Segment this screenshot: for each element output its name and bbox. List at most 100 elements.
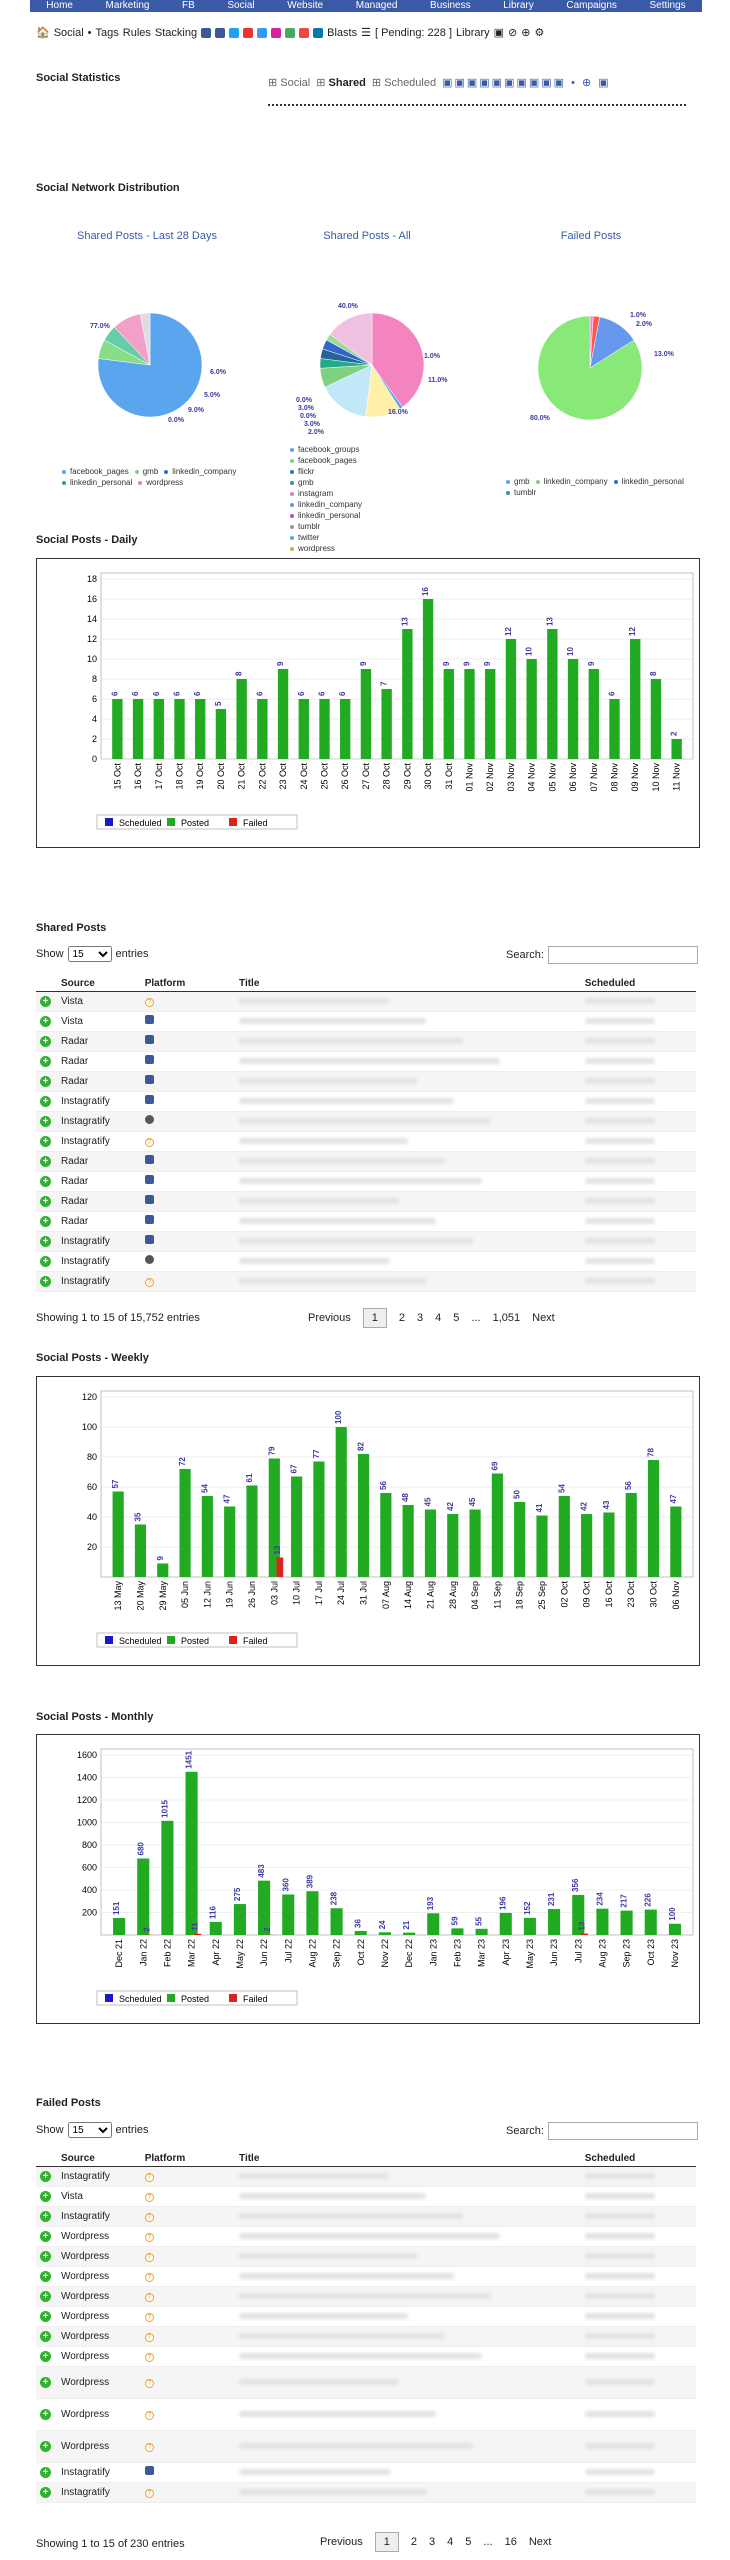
expand-icon[interactable]: +: [40, 2376, 51, 2388]
table-row[interactable]: + Wordpress?: [36, 2246, 696, 2267]
legend-item[interactable]: flickr: [290, 466, 370, 477]
expand-icon[interactable]: +: [40, 1095, 51, 1107]
title-cell[interactable]: [239, 2192, 427, 2199]
title-cell[interactable]: [239, 2292, 492, 2299]
legend-item[interactable]: facebook_pages: [290, 455, 370, 466]
title-cell[interactable]: [239, 1057, 501, 1064]
gmb-icon[interactable]: [285, 27, 296, 38]
table-row[interactable]: + Instagratify: [36, 1231, 696, 1252]
expand-icon[interactable]: +: [40, 2250, 51, 2262]
page-button[interactable]: 2: [399, 1312, 405, 1324]
expand-icon[interactable]: +: [40, 1175, 51, 1187]
pending-link[interactable]: [ Pending: 228 ]: [375, 27, 452, 39]
title-cell[interactable]: [239, 2172, 390, 2179]
title-cell[interactable]: [239, 1017, 427, 1024]
page-button[interactable]: 3: [417, 1312, 423, 1324]
calendar-icon[interactable]: ▣: [494, 26, 504, 39]
groups-icon[interactable]: [215, 27, 226, 38]
nav-item[interactable]: FB: [182, 1, 195, 11]
page-button[interactable]: 5: [465, 2536, 471, 2548]
expand-icon[interactable]: +: [40, 1135, 51, 1147]
title-cell[interactable]: [239, 1277, 428, 1284]
nav-item[interactable]: Settings: [650, 1, 686, 11]
title-cell[interactable]: [239, 2468, 391, 2475]
title-cell[interactable]: [239, 1137, 409, 1144]
title-cell[interactable]: [239, 1037, 464, 1044]
title-cell[interactable]: [239, 1157, 446, 1164]
table-row[interactable]: + Wordpress?: [36, 2326, 696, 2347]
home-icon[interactable]: 🏠: [36, 26, 50, 39]
title-cell[interactable]: [239, 2352, 483, 2359]
table-row[interactable]: + Vista?: [36, 2186, 696, 2207]
expand-icon[interactable]: +: [40, 2210, 51, 2222]
table-row[interactable]: + Radar: [36, 1211, 696, 1232]
title-cell[interactable]: [239, 2212, 464, 2219]
expand-icon[interactable]: +: [40, 1015, 51, 1027]
column-header[interactable]: Source: [56, 2152, 141, 2167]
table-row[interactable]: + Wordpress?: [36, 2286, 696, 2307]
legend-item[interactable]: facebook_groups: [290, 444, 370, 455]
instagram-icon[interactable]: [271, 27, 282, 38]
table-row[interactable]: + Instagratify?: [36, 2166, 696, 2187]
youtube-icon[interactable]: [243, 27, 254, 38]
title-cell[interactable]: [239, 2252, 418, 2259]
table-row[interactable]: + Vista: [36, 1011, 696, 1032]
legend-item[interactable]: facebook_pages: [62, 466, 129, 477]
tab-shared[interactable]: ⊞ Shared: [316, 76, 366, 89]
link-icon[interactable]: ⊘: [508, 26, 517, 39]
title-cell[interactable]: [239, 2488, 428, 2495]
page-button[interactable]: ...: [483, 2536, 492, 2548]
expand-icon[interactable]: +: [40, 2486, 51, 2498]
expand-icon[interactable]: +: [40, 2230, 51, 2242]
tab-scheduled[interactable]: ⊞ Scheduled: [372, 76, 436, 89]
expand-icon[interactable]: +: [40, 1115, 51, 1127]
page-button[interactable]: ...: [471, 1312, 480, 1324]
title-cell[interactable]: [239, 1177, 483, 1184]
expand-icon[interactable]: +: [40, 2350, 51, 2362]
expand-icon[interactable]: +: [40, 1075, 51, 1087]
title-cell[interactable]: [239, 2312, 409, 2319]
title-cell[interactable]: [239, 2410, 437, 2417]
table-row[interactable]: + Wordpress?: [36, 2346, 696, 2367]
previous-button[interactable]: Previous: [308, 1312, 351, 1324]
title-cell[interactable]: [239, 2232, 501, 2239]
legend-item[interactable]: linkedin_company: [164, 466, 236, 477]
social-link[interactable]: Social: [54, 27, 84, 39]
expand-icon[interactable]: +: [40, 2408, 51, 2420]
column-header[interactable]: Platform: [140, 2152, 236, 2167]
twitter-icon[interactable]: [229, 27, 240, 38]
legend-item[interactable]: gmb: [290, 477, 370, 488]
stacking-link[interactable]: Stacking: [155, 27, 197, 39]
nav-item[interactable]: Managed: [356, 1, 398, 11]
table-row[interactable]: + Radar: [36, 1051, 696, 1072]
legend-item[interactable]: instagram: [290, 488, 370, 499]
shared-search-input[interactable]: [547, 946, 698, 964]
page-button[interactable]: 4: [435, 1312, 441, 1324]
title-cell[interactable]: [239, 1197, 400, 1204]
table-row[interactable]: + Instagratify: [36, 1091, 696, 1112]
previous-button[interactable]: Previous: [320, 2536, 363, 2548]
library-link[interactable]: Library: [456, 27, 490, 39]
wordpress-icon[interactable]: ⊕: [521, 26, 530, 39]
table-row[interactable]: + Wordpress?: [36, 2226, 696, 2247]
expand-icon[interactable]: +: [40, 2290, 51, 2302]
title-cell[interactable]: [239, 1097, 455, 1104]
legend-item[interactable]: linkedin_personal: [62, 477, 132, 488]
expand-icon[interactable]: +: [40, 1155, 51, 1167]
page-button[interactable]: 5: [453, 1312, 459, 1324]
legend-item[interactable]: wordpress: [290, 543, 370, 554]
title-cell[interactable]: [239, 997, 390, 1004]
page-button[interactable]: 4: [447, 2536, 453, 2548]
expand-icon[interactable]: +: [40, 2170, 51, 2182]
table-row[interactable]: + Instagratify?: [36, 2206, 696, 2227]
shared-length-select[interactable]: 15: [67, 946, 112, 962]
page-button[interactable]: 1,051: [493, 1312, 521, 1324]
legend-item[interactable]: tumblr: [506, 487, 536, 498]
table-row[interactable]: + Wordpress?: [36, 2306, 696, 2327]
expand-icon[interactable]: +: [40, 1235, 51, 1247]
table-row[interactable]: + Vista?: [36, 991, 696, 1012]
expand-icon[interactable]: +: [40, 1275, 51, 1287]
nav-item[interactable]: Campaigns: [566, 1, 617, 11]
expand-icon[interactable]: +: [40, 1055, 51, 1067]
title-cell[interactable]: [239, 1217, 437, 1224]
